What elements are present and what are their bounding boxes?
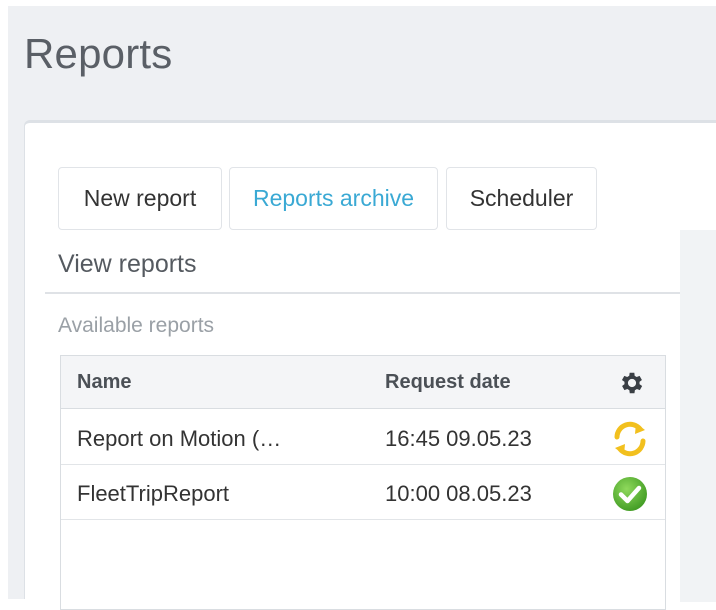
request-date: 10:00 08.05.23 [385, 481, 532, 506]
request-date: 16:45 09.05.23 [385, 426, 532, 451]
table-header: Name Request date [61, 356, 665, 409]
reports-card: New report Reports archive Scheduler Vie… [24, 120, 716, 610]
section-divider [45, 292, 680, 294]
column-header-name[interactable]: Name [77, 371, 131, 394]
reports-page: Reports New report Reports archive Sched… [8, 6, 716, 610]
view-reports-heading: View reports [58, 250, 197, 278]
reports-table: Name Request date Report on Motion (… 16… [60, 355, 666, 610]
report-name: FleetTripReport [77, 481, 230, 506]
gear-icon[interactable] [618, 369, 646, 397]
table-row[interactable]: FleetTripReport 10:00 08.05.23 [61, 465, 665, 520]
available-reports-label: Available reports [58, 314, 215, 337]
side-panel [680, 230, 716, 602]
tab-new-report[interactable]: New report [58, 167, 222, 230]
tab-reports-archive[interactable]: Reports archive [229, 167, 438, 230]
sync-icon [611, 420, 649, 458]
report-name: Report on Motion (… [77, 426, 282, 451]
page-title: Reports [24, 30, 173, 77]
table-row[interactable]: Report on Motion (… 16:45 09.05.23 [61, 410, 665, 465]
tab-scheduler[interactable]: Scheduler [446, 167, 597, 230]
check-circle-icon [611, 475, 649, 513]
column-header-request-date[interactable]: Request date [385, 371, 511, 394]
